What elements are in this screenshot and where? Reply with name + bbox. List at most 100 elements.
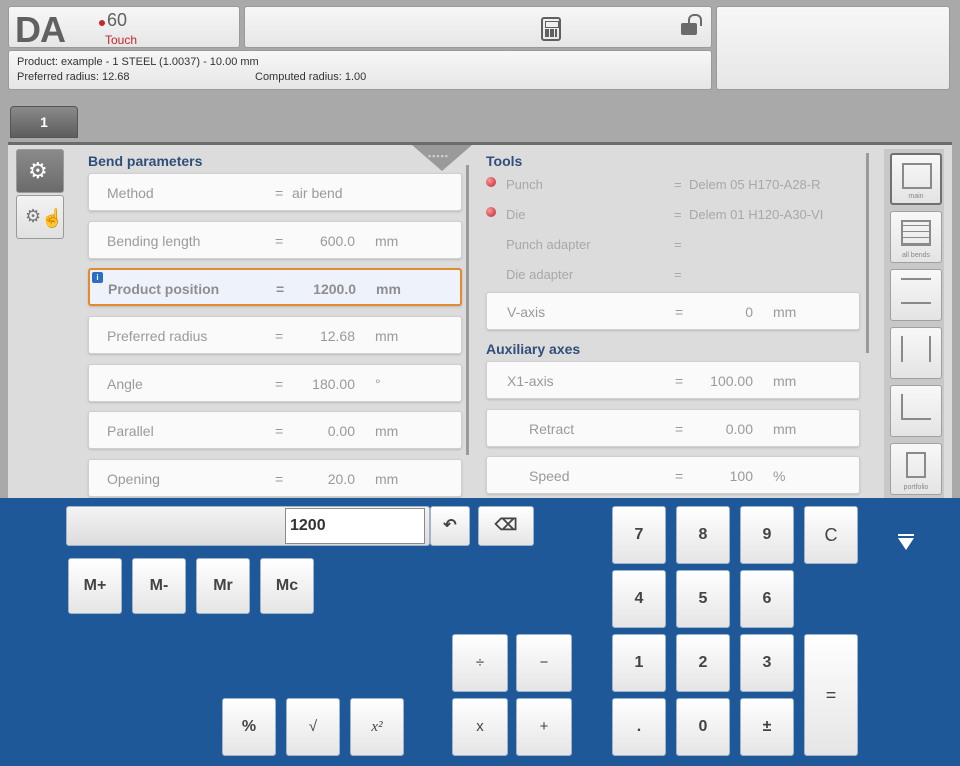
unlock-icon[interactable] [681, 14, 702, 35]
param-unit: mm [375, 233, 399, 249]
param-label: Angle [107, 376, 143, 392]
param-label: Parallel [107, 423, 154, 439]
collapse-keypad-icon[interactable] [898, 538, 914, 550]
param-eq: = [275, 233, 284, 249]
param-row-angle[interactable]: Angle = 180.00 ° [88, 364, 462, 402]
view-axes-button[interactable] [890, 327, 942, 379]
logo-da: DA [15, 9, 66, 50]
divide-button[interactable]: ÷ [452, 634, 508, 692]
square-button[interactable]: x² [350, 698, 404, 756]
equals-button[interactable]: = [804, 634, 858, 756]
param-row-retract[interactable]: Retract = 0.00 mm [486, 409, 860, 447]
plus-button[interactable]: + [516, 698, 572, 756]
logo-model: 60 [107, 10, 128, 30]
tool-value: Delem 01 H120-A30-VI [689, 207, 824, 222]
tools-title: Tools [486, 153, 523, 169]
main-view-icon [902, 163, 932, 189]
minus-button[interactable]: − [516, 634, 572, 692]
view-tools-button[interactable] [890, 269, 942, 321]
view-profile-button[interactable] [890, 385, 942, 437]
param-label: Product position [108, 281, 220, 297]
param-value: 20.0 [327, 471, 355, 487]
tool-label: Die adapter [506, 267, 574, 282]
clear-button[interactable]: C [804, 506, 858, 564]
tools-scrollbar[interactable] [866, 153, 869, 353]
param-value: 0 [745, 304, 753, 320]
param-label: V-axis [507, 304, 546, 320]
digit-2-button[interactable]: 2 [676, 634, 730, 692]
decimal-point-button[interactable]: . [612, 698, 666, 756]
param-value: 600.0 [319, 233, 355, 249]
manual-settings-tab[interactable]: ⚙ ☝ [16, 195, 64, 239]
percent-button[interactable]: % [222, 698, 276, 756]
param-unit: mm [375, 471, 399, 487]
bend-parameters-tab[interactable]: ⚙ [16, 149, 64, 193]
hand-icon: ☝ [41, 208, 64, 228]
param-row-opening[interactable]: Opening = 20.0 mm [88, 459, 462, 497]
view-all-bends-button[interactable]: all bends [890, 211, 942, 263]
collapse-keypad-bar-icon [898, 534, 914, 536]
gear-icon: ⚙ [25, 206, 42, 226]
plus-minus-button[interactable]: ± [740, 698, 794, 756]
digit-7-button[interactable]: 7 [612, 506, 666, 564]
calculator-input[interactable] [285, 508, 425, 544]
view-portfolio-button[interactable]: portfolio [890, 443, 942, 495]
tool-label: Punch adapter [506, 237, 591, 252]
param-row-x1-axis[interactable]: X1-axis = 100.00 mm [486, 361, 860, 399]
tool-value: Delem 05 H170-A28-R [689, 177, 821, 192]
param-row-v-axis[interactable]: V-axis = 0 mm [486, 292, 860, 330]
param-row-product-position[interactable]: i Product position = 1200.0 mm [88, 268, 462, 306]
digit-1-button[interactable]: 1 [612, 634, 666, 692]
param-value: 12.68 [319, 328, 355, 344]
numeric-keypad-panel: ↶ ⌫ M+ M- Mr Mc % √ x² ÷ − x + 7 8 9 C 4… [0, 498, 960, 766]
tool-label: Die [506, 207, 526, 222]
alert-dot-icon [486, 177, 496, 187]
param-unit: mm [773, 373, 797, 389]
param-label: Speed [529, 468, 570, 484]
backspace-button[interactable]: ⌫ [478, 506, 534, 546]
digit-5-button[interactable]: 5 [676, 570, 730, 628]
param-row-parallel[interactable]: Parallel = 0.00 mm [88, 411, 462, 449]
param-unit: ° [375, 376, 381, 392]
tab-bend-1[interactable]: 1 [10, 106, 78, 138]
memory-recall-button[interactable]: Mr [196, 558, 250, 614]
bend-parameters-title: Bend parameters [88, 153, 203, 169]
param-row-bending-length[interactable]: Bending length = 600.0 mm [88, 221, 462, 259]
param-unit: mm [773, 304, 797, 320]
undo-button[interactable]: ↶ [430, 506, 470, 546]
document-icon [906, 452, 926, 478]
digit-0-button[interactable]: 0 [676, 698, 730, 756]
view-caption: all bends [901, 252, 931, 259]
param-row-method[interactable]: Method = air bend [88, 173, 462, 211]
press-tools-icon [901, 278, 931, 304]
param-value: 1200.0 [313, 281, 356, 297]
digit-9-button[interactable]: 9 [740, 506, 794, 564]
param-value: 0.00 [327, 423, 355, 439]
memory-minus-button[interactable]: M- [132, 558, 186, 614]
header-right-panel [716, 6, 950, 90]
param-value: 0.00 [725, 421, 753, 437]
table-view-icon [901, 220, 931, 246]
square-root-button[interactable]: √ [286, 698, 340, 756]
param-row-preferred-radius[interactable]: Preferred radius = 12.68 mm [88, 316, 462, 354]
param-eq: = [675, 304, 684, 320]
param-label: Preferred radius [107, 328, 208, 344]
param-label: Retract [529, 421, 575, 437]
undo-icon: ↶ [443, 517, 457, 534]
calculator-icon[interactable] [541, 17, 561, 41]
param-eq: = [275, 423, 284, 439]
digit-6-button[interactable]: 6 [740, 570, 794, 628]
memory-clear-button[interactable]: Mc [260, 558, 314, 614]
param-label: Bending length [107, 233, 201, 249]
view-main-button[interactable]: main [890, 153, 942, 205]
digit-3-button[interactable]: 3 [740, 634, 794, 692]
backspace-icon: ⌫ [494, 517, 518, 534]
param-row-speed[interactable]: Speed = 100 % [486, 456, 860, 494]
header-toolbar [244, 6, 712, 48]
digit-4-button[interactable]: 4 [612, 570, 666, 628]
bend-parameters-scrollbar[interactable] [466, 165, 469, 455]
digit-8-button[interactable]: 8 [676, 506, 730, 564]
multiply-button[interactable]: x [452, 698, 508, 756]
memory-plus-button[interactable]: M+ [68, 558, 122, 614]
logo-touch: Touch [105, 33, 138, 47]
